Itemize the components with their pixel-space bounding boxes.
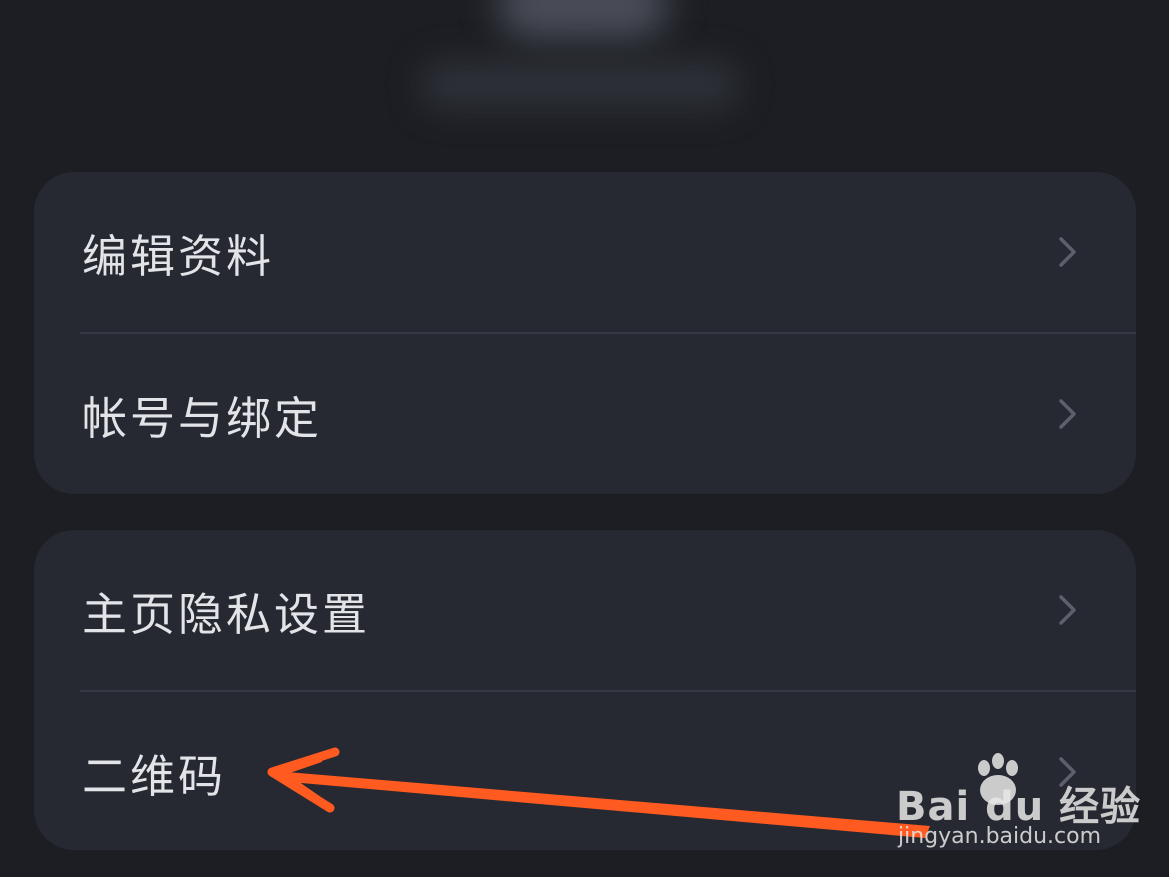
homepage-privacy-row[interactable]: 主页隐私设置 xyxy=(34,530,1136,690)
homepage-privacy-label: 主页隐私设置 xyxy=(82,587,371,641)
edit-profile-row[interactable]: 编辑资料 xyxy=(34,172,1136,332)
settings-group-privacy: 主页隐私设置 二维码 xyxy=(34,530,1136,850)
chevron-right-icon xyxy=(1059,757,1076,787)
settings-page: 编辑资料 帐号与绑定 主页隐私设置 二维码 Bai du 经验 jingyan.… xyxy=(0,0,1169,877)
account-binding-row[interactable]: 帐号与绑定 xyxy=(34,334,1136,494)
settings-group-account: 编辑资料 帐号与绑定 xyxy=(34,172,1136,494)
qr-code-label: 二维码 xyxy=(82,749,227,803)
blurred-username xyxy=(420,60,740,110)
chevron-right-icon xyxy=(1059,237,1076,267)
chevron-right-icon xyxy=(1059,399,1076,429)
edit-profile-label: 编辑资料 xyxy=(82,229,275,283)
blurred-avatar xyxy=(498,0,668,40)
qr-code-row[interactable]: 二维码 xyxy=(34,692,1136,850)
chevron-right-icon xyxy=(1059,595,1076,625)
account-binding-label: 帐号与绑定 xyxy=(82,391,323,445)
